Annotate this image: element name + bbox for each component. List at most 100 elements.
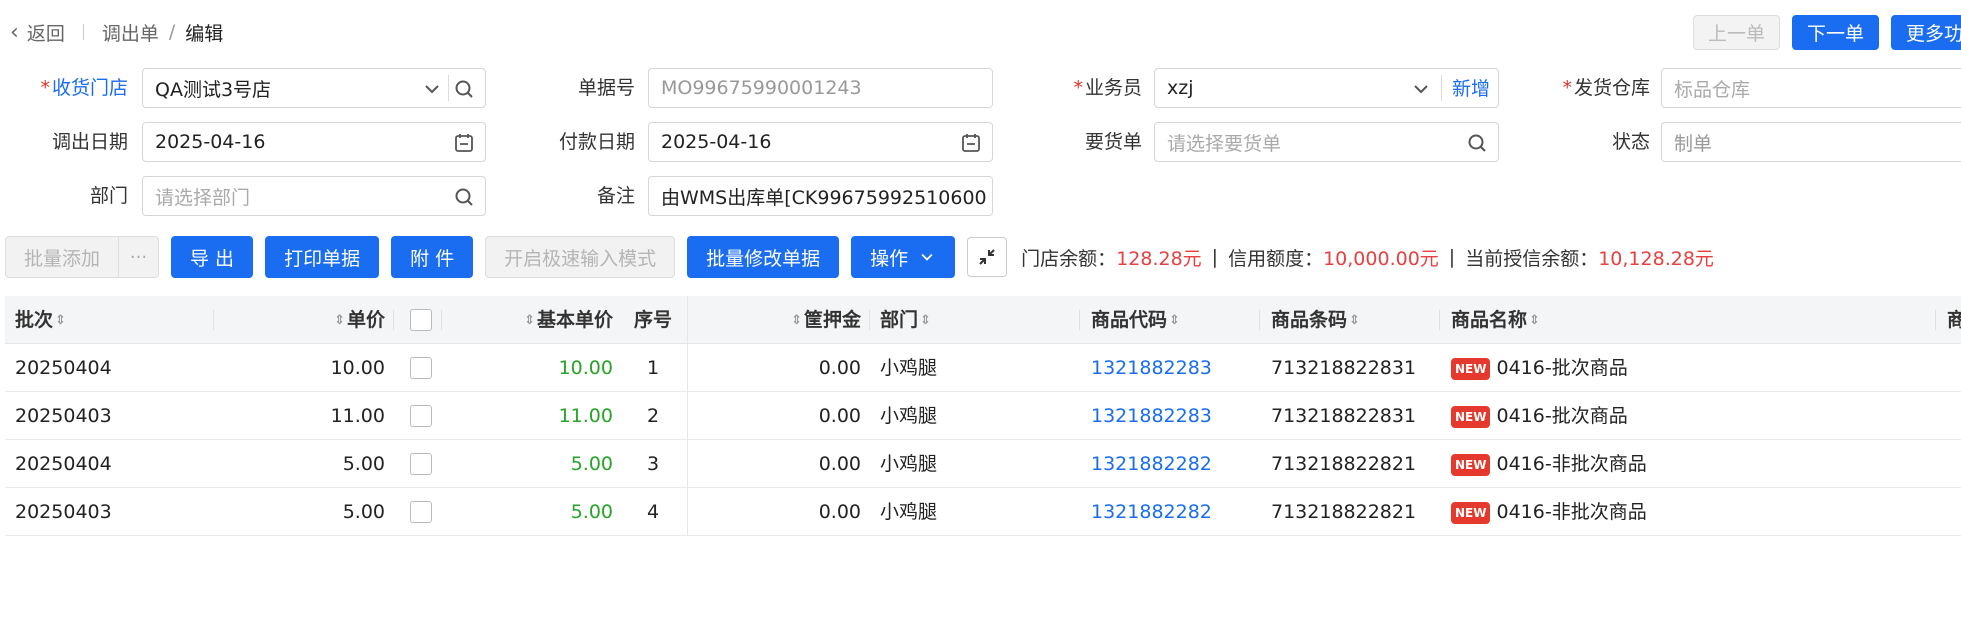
cell-seq: 2 <box>646 405 660 427</box>
salesman-select[interactable]: xzj 新增 <box>1154 68 1499 108</box>
batch-add-button[interactable]: 批量添加 <box>5 236 120 278</box>
cell-dept: 小鸡腿 <box>880 357 938 379</box>
cell-code-link[interactable]: 1321882283 <box>1091 344 1212 392</box>
search-icon[interactable] <box>453 186 475 208</box>
cell-price[interactable]: 5.00 <box>305 488 385 536</box>
cell-batch: 20250403 <box>15 405 112 427</box>
sort-icon[interactable]: ⇕ <box>334 297 345 345</box>
new-badge: NEW <box>1451 453 1491 476</box>
toolbar: 批量添加 ··· 导 出 打印单据 附 件 开启极速输入模式 批量修改单据 操作… <box>5 236 1714 278</box>
dept-select[interactable]: 请选择部门 <box>142 176 486 216</box>
remark-input[interactable]: 由WMS出库单[CK99675992510600 <box>648 176 993 216</box>
new-badge: NEW <box>1451 405 1491 428</box>
export-button[interactable]: 导 出 <box>171 236 254 278</box>
sort-icon[interactable]: ⇕ <box>524 297 535 345</box>
sort-icon[interactable]: ⇕ <box>1169 297 1180 345</box>
chevron-left-icon[interactable]: ‹ <box>10 20 19 45</box>
form-row-3: 部门 请选择部门 备注 由WMS出库单[CK99675992510600 <box>0 176 1961 216</box>
sort-icon[interactable]: ⇕ <box>920 297 931 345</box>
cell-code-link[interactable]: 1321882283 <box>1091 392 1212 440</box>
row-checkbox[interactable] <box>410 405 432 427</box>
cell-barcode: 713218822821 <box>1271 501 1417 523</box>
collapse-icon[interactable] <box>967 237 1008 277</box>
col-batch[interactable]: 批次 ⇕ <box>15 296 68 344</box>
store-balance-value: 128.28元 <box>1116 247 1202 270</box>
sort-icon[interactable]: ⇕ <box>1529 297 1540 345</box>
col-dept[interactable]: 部门 ⇕ <box>880 296 933 344</box>
col-name[interactable]: 商品名称 ⇕ <box>1451 296 1542 344</box>
pay-date-picker[interactable]: 2025-04-16 <box>648 122 993 162</box>
cell-code-link[interactable]: 1321882282 <box>1091 488 1212 536</box>
items-table: 批次 ⇕ ⇕ 单价 ⇕ 基本单价 序号 ⇕ 筐押金 部门 ⇕ 商品代码 ⇕ 商品条码 ⇕ 商品… <box>5 296 1961 536</box>
cell-name: NEW 0416-批次商品 <box>1451 344 1628 392</box>
col-base-price[interactable]: ⇕ 基本单价 <box>485 296 613 344</box>
prev-doc-button[interactable]: 上一单 <box>1693 15 1781 50</box>
store-select[interactable]: QA测试3号店 <box>142 68 486 108</box>
table-body: 20250404 10.00 10.00 1 0.00 小鸡腿 1321882283 7132… <box>5 344 1961 536</box>
col-barcode[interactable]: 商品条码 ⇕ <box>1271 296 1362 344</box>
out-date-picker[interactable]: 2025-04-16 <box>142 122 486 162</box>
sort-icon[interactable]: ⇕ <box>791 297 802 345</box>
table-row[interactable]: 20250404 10.00 10.00 1 0.00 小鸡腿 1321882283 7132… <box>5 344 1961 392</box>
credit-limit-value: 10,000.00元 <box>1323 247 1439 270</box>
table-row[interactable]: 20250403 5.00 5.00 4 0.00 小鸡腿 1321882282 713218… <box>5 488 1961 536</box>
cell-deposit[interactable]: 0.00 <box>745 440 861 488</box>
chevron-down-icon <box>425 85 439 94</box>
next-doc-button[interactable]: 下一单 <box>1792 15 1880 50</box>
status-label: 状态 <box>1611 131 1650 153</box>
cell-base-price: 5.00 <box>570 501 613 523</box>
row-checkbox[interactable] <box>410 501 432 523</box>
col-extra: 商 <box>1947 309 1961 331</box>
store-label: * 收货门店 <box>40 77 128 99</box>
cell-price[interactable]: 10.00 <box>305 344 385 392</box>
sort-icon[interactable]: ⇕ <box>1349 297 1360 345</box>
cell-name: NEW 0416-非批次商品 <box>1451 488 1647 536</box>
cell-dept: 小鸡腿 <box>880 501 938 523</box>
search-icon[interactable] <box>1466 132 1488 154</box>
add-salesman-link[interactable]: 新增 <box>1452 69 1490 107</box>
table-row[interactable]: 20250404 5.00 5.00 3 0.00 小鸡腿 1321882282 713218… <box>5 440 1961 488</box>
breadcrumb: ‹ 返回 调出单 / 编辑 <box>10 14 223 50</box>
col-code[interactable]: 商品代码 ⇕ <box>1091 296 1182 344</box>
credit-remain-value: 10,128.28元 <box>1598 247 1714 270</box>
breadcrumb-divider <box>82 24 84 40</box>
more-dots-button[interactable]: ··· <box>119 236 160 278</box>
more-functions-button[interactable]: 更多功能 <box>1891 15 1961 50</box>
search-icon[interactable] <box>453 78 475 100</box>
cell-barcode: 713218822831 <box>1271 357 1417 379</box>
breadcrumb-current: 编辑 <box>185 22 224 45</box>
select-all-checkbox[interactable] <box>410 309 432 331</box>
batch-modify-button[interactable]: 批量修改单据 <box>687 236 840 278</box>
warehouse-label: * 发货仓库 <box>1562 77 1650 99</box>
operate-dropdown[interactable]: 操作 <box>851 236 956 278</box>
cell-code-link[interactable]: 1321882282 <box>1091 440 1212 488</box>
doc-no-field: MO99675990001243 <box>648 68 993 108</box>
col-deposit[interactable]: ⇕ 筐押金 <box>745 296 861 344</box>
print-button[interactable]: 打印单据 <box>265 236 380 278</box>
row-checkbox[interactable] <box>410 453 432 475</box>
table-row[interactable]: 20250403 11.00 11.00 2 0.00 小鸡腿 1321882283 7132… <box>5 392 1961 440</box>
row-checkbox[interactable] <box>410 357 432 379</box>
request-select[interactable]: 请选择要货单 <box>1154 122 1499 162</box>
sort-icon[interactable]: ⇕ <box>55 297 66 345</box>
cell-seq: 4 <box>646 501 660 523</box>
warehouse-field[interactable]: 标品仓库 <box>1661 68 1961 108</box>
form-row-1: * 收货门店 QA测试3号店 单据号 MO99675990001243 * 业务员 … <box>0 68 1961 108</box>
breadcrumb-parent[interactable]: 调出单 <box>102 19 159 46</box>
cell-seq: 3 <box>646 453 660 475</box>
cell-price[interactable]: 5.00 <box>305 440 385 488</box>
back-link[interactable]: 返回 <box>27 19 65 46</box>
pay-date-label: 付款日期 <box>558 131 635 153</box>
cell-batch: 20250404 <box>15 453 112 475</box>
col-price[interactable]: ⇕ 单价 <box>305 296 385 344</box>
col-seq: 序号 <box>633 309 672 331</box>
cell-deposit[interactable]: 0.00 <box>745 344 861 392</box>
attachment-button[interactable]: 附 件 <box>391 236 474 278</box>
cell-deposit[interactable]: 0.00 <box>745 488 861 536</box>
cell-deposit[interactable]: 0.00 <box>745 392 861 440</box>
calendar-icon <box>455 134 473 152</box>
cell-price[interactable]: 11.00 <box>305 392 385 440</box>
calendar-icon <box>962 134 980 152</box>
cell-seq: 1 <box>646 357 660 379</box>
fast-input-button[interactable]: 开启极速输入模式 <box>485 236 676 278</box>
